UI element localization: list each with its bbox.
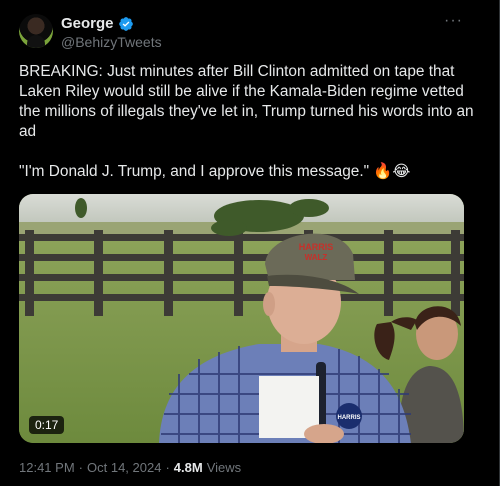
- user-avatar-icon[interactable]: [19, 14, 53, 48]
- badge-text: HARRIS: [337, 415, 360, 421]
- hat-text-line1: HARRIS: [299, 242, 334, 252]
- author-display-name[interactable]: George: [61, 15, 114, 32]
- tweet-text: BREAKING: Just minutes after Bill Clinto…: [19, 63, 474, 180]
- author-name-row: George: [61, 15, 134, 32]
- meta-separator: ·: [78, 460, 83, 475]
- verified-badge-icon: [118, 16, 133, 31]
- tweet-time[interactable]: 12:41 PM: [19, 460, 75, 475]
- meta-separator: ·: [165, 460, 170, 475]
- views-count: 4.8M: [173, 460, 203, 475]
- tweet-card: George @BehizyTweets ··· BREAKING: Just …: [0, 0, 500, 486]
- views-label: Views: [206, 460, 242, 475]
- tweet-meta: 12:41 PM · Oct 14, 2024 · 4.8M Views: [19, 460, 241, 475]
- video-player[interactable]: HARRIS WALZ HARRIS 0:17: [19, 194, 464, 443]
- video-frame: HARRIS WALZ HARRIS: [19, 194, 464, 443]
- hat-text-line2: WALZ: [305, 253, 328, 262]
- tweet-date[interactable]: Oct 14, 2024: [87, 460, 161, 475]
- more-options-icon[interactable]: ···: [444, 12, 463, 30]
- video-duration-badge: 0:17: [29, 416, 65, 434]
- author-handle[interactable]: @BehizyTweets: [61, 34, 162, 50]
